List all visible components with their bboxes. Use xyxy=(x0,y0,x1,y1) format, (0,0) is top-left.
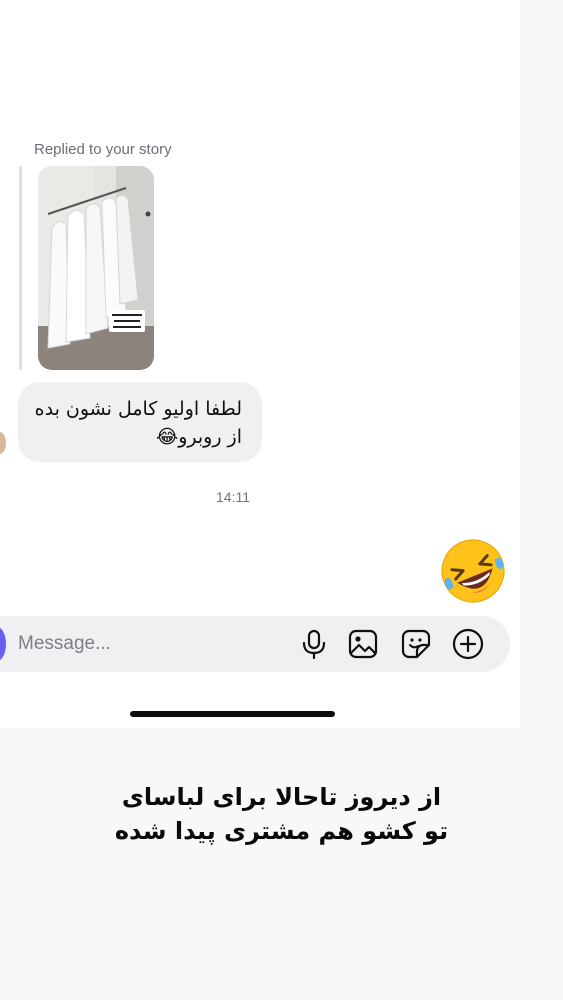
message-input[interactable] xyxy=(18,632,258,656)
reply-indicator-bar xyxy=(19,166,22,370)
home-indicator xyxy=(130,711,335,717)
sent-emoji-message[interactable] xyxy=(440,538,506,604)
caption-line-2: تو کشو هم مشتری پیدا شده xyxy=(114,817,449,845)
chat-screen: Replied to your story لطفا اولیو کامل نش… xyxy=(0,0,520,728)
gallery-icon[interactable] xyxy=(347,628,379,660)
story-image xyxy=(38,166,154,370)
story-caption: از دیروز تاحالا برای لباسای تو کشو هم مش… xyxy=(0,780,563,848)
caption-line-1: از دیروز تاحالا برای لباسای xyxy=(121,783,442,811)
message-timestamp: 14:11 xyxy=(216,489,250,505)
message-line-2: از روبرو😂 xyxy=(156,426,242,448)
rolling-laughing-emoji-icon xyxy=(441,539,505,603)
received-message-bubble[interactable]: لطفا اولیو کامل نشون بده از روبرو😂 xyxy=(18,382,262,462)
sender-avatar[interactable] xyxy=(0,432,6,454)
add-icon[interactable] xyxy=(452,628,484,660)
sticker-icon[interactable] xyxy=(400,628,432,660)
replied-to-story-label: Replied to your story xyxy=(34,141,172,158)
message-line-1: لطفا اولیو کامل نشون بده xyxy=(34,398,242,420)
microphone-icon[interactable] xyxy=(298,628,330,660)
story-thumbnail[interactable] xyxy=(38,166,154,370)
